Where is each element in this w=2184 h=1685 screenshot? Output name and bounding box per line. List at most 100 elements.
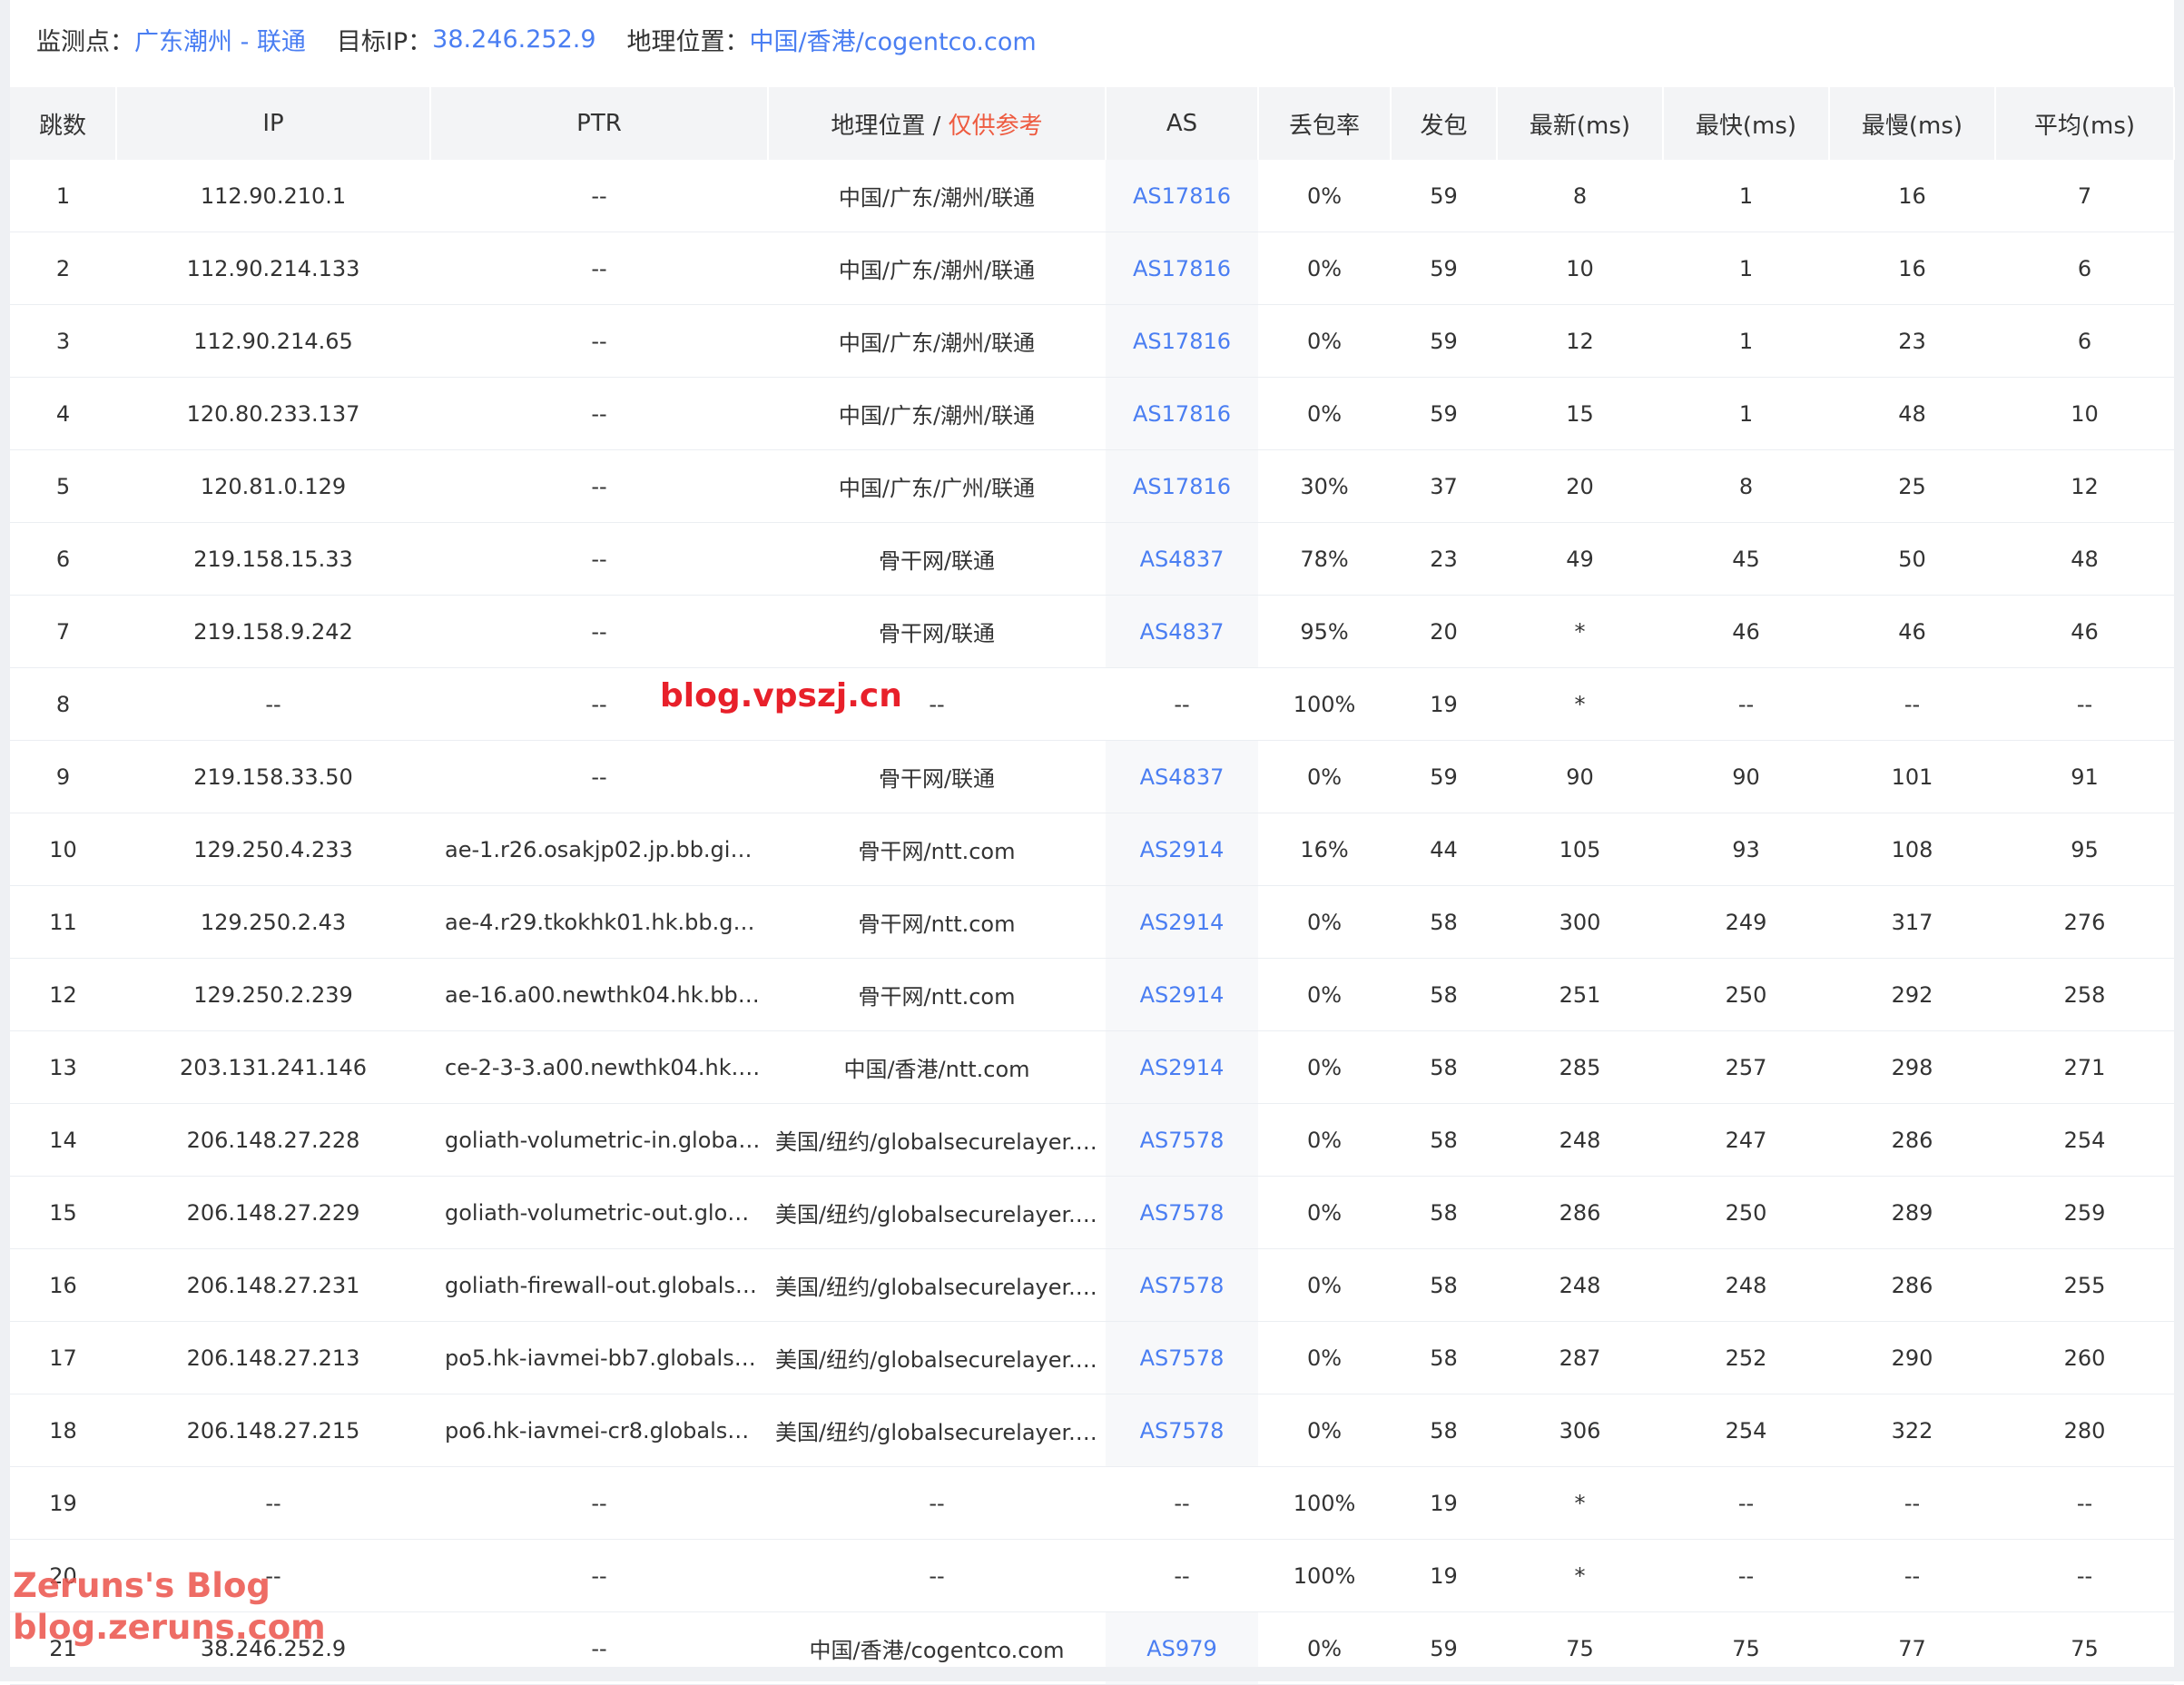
last-cell: 287: [1497, 1321, 1663, 1394]
table-row: 4 120.80.233.137 -- 中国/广东/潮州/联通 AS17816 0% 59 1…: [10, 377, 2174, 450]
geo-cell: 骨干网/联通: [768, 595, 1106, 668]
ptr-cell: --: [430, 1539, 768, 1612]
loss-cell: 100%: [1258, 1466, 1391, 1540]
ip-cell: 219.158.15.33: [116, 522, 430, 596]
sent-cell: 59: [1391, 232, 1497, 305]
ip-cell: 206.148.27.213: [116, 1321, 430, 1394]
col-header-worst: 最慢(ms): [1829, 87, 1996, 160]
hop-cell: 1: [10, 160, 116, 232]
as-cell[interactable]: AS7578: [1106, 1248, 1258, 1322]
loss-cell: 0%: [1258, 304, 1391, 378]
as-cell[interactable]: AS2914: [1106, 813, 1258, 886]
ip-cell: 120.80.233.137: [116, 377, 430, 450]
loss-cell: 78%: [1258, 522, 1391, 596]
watermark-center: blog.vpszj.cn: [660, 677, 902, 714]
as-cell[interactable]: AS4837: [1106, 595, 1258, 668]
as-cell[interactable]: AS17816: [1106, 304, 1258, 378]
hop-cell: 9: [10, 740, 116, 813]
table-row: 20 -- -- -- -- 100% 19 * -- -- --: [10, 1539, 2174, 1612]
avg-cell: 271: [1995, 1030, 2174, 1104]
avg-cell: 10: [1995, 377, 2174, 450]
table-row: 2 112.90.214.133 -- 中国/广东/潮州/联通 AS17816 0% 59 1…: [10, 232, 2174, 305]
table-row: 12 129.250.2.239 ae-16.a00.newthk04.hk.bb.…: [10, 958, 2174, 1031]
worst-cell: 290: [1829, 1321, 1995, 1394]
table-row: 16 206.148.27.231 goliath-firewall-out.glo…: [10, 1248, 2174, 1322]
as-cell[interactable]: AS2914: [1106, 885, 1258, 959]
monitor-label: 监测点：: [36, 27, 134, 56]
ptr-cell: ae-1.r26.osakjp02.jp.bb.gin.n...: [430, 813, 768, 886]
as-cell[interactable]: AS7578: [1106, 1321, 1258, 1394]
ptr-cell: ae-16.a00.newthk04.hk.bb.gi...: [430, 958, 768, 1031]
page-bottom-border: [0, 1667, 2184, 1681]
last-cell: 248: [1497, 1248, 1663, 1322]
ptr-cell: --: [430, 232, 768, 305]
as-cell[interactable]: AS2914: [1106, 958, 1258, 1031]
best-cell: 8: [1663, 449, 1829, 523]
as-cell[interactable]: AS17816: [1106, 232, 1258, 305]
last-cell: 20: [1497, 449, 1663, 523]
as-cell[interactable]: AS7578: [1106, 1103, 1258, 1177]
ptr-cell: --: [430, 595, 768, 668]
best-cell: 46: [1663, 595, 1829, 668]
sent-cell: 19: [1391, 667, 1497, 741]
avg-cell: 6: [1995, 232, 2174, 305]
table-row: 19 -- -- -- -- 100% 19 * -- -- --: [10, 1466, 2174, 1540]
table-row: 11 129.250.2.43 ae-4.r29.tkokhk01.hk.bb.gi…: [10, 885, 2174, 959]
loss-cell: 0%: [1258, 377, 1391, 450]
as-cell[interactable]: AS7578: [1106, 1394, 1258, 1467]
worst-cell: 48: [1829, 377, 1995, 450]
target-ip-value: 38.246.252.9: [432, 25, 596, 54]
geo-cell: 美国/纽约/globalsecurelayer.c...: [768, 1176, 1106, 1249]
loss-cell: 0%: [1258, 1321, 1391, 1394]
best-cell: --: [1663, 1466, 1829, 1540]
hop-cell: 7: [10, 595, 116, 668]
best-cell: 1: [1663, 232, 1829, 305]
geo-cell: 骨干网/ntt.com: [768, 885, 1106, 959]
ip-cell: 206.148.27.228: [116, 1103, 430, 1177]
as-cell[interactable]: AS4837: [1106, 522, 1258, 596]
as-cell[interactable]: AS17816: [1106, 377, 1258, 450]
last-cell: *: [1497, 667, 1663, 741]
loss-cell: 100%: [1258, 1539, 1391, 1612]
loss-cell: 0%: [1258, 958, 1391, 1031]
avg-cell: --: [1995, 667, 2174, 741]
loss-cell: 0%: [1258, 232, 1391, 305]
hop-cell: 4: [10, 377, 116, 450]
geo-cell: 中国/广东/潮州/联通: [768, 232, 1106, 305]
hop-cell: 10: [10, 813, 116, 886]
sent-cell: 19: [1391, 1539, 1497, 1612]
ptr-cell: --: [430, 377, 768, 450]
hop-cell: 17: [10, 1321, 116, 1394]
as-cell[interactable]: AS7578: [1106, 1176, 1258, 1249]
sent-cell: 44: [1391, 813, 1497, 886]
ip-cell: 120.81.0.129: [116, 449, 430, 523]
sent-cell: 20: [1391, 595, 1497, 668]
table-row: 17 206.148.27.213 po5.hk-iavmei-bb7.global…: [10, 1321, 2174, 1394]
loss-cell: 0%: [1258, 160, 1391, 232]
avg-cell: 259: [1995, 1176, 2174, 1249]
hop-cell: 14: [10, 1103, 116, 1177]
as-cell[interactable]: AS17816: [1106, 160, 1258, 232]
best-cell: 250: [1663, 1176, 1829, 1249]
page-right-border: [2174, 0, 2184, 1681]
ptr-cell: --: [430, 522, 768, 596]
geo-value: 中国/香港/cogentco.com: [749, 27, 1037, 56]
last-cell: 10: [1497, 232, 1663, 305]
worst-cell: 108: [1829, 813, 1995, 886]
ip-cell: 206.148.27.231: [116, 1248, 430, 1322]
worst-cell: --: [1829, 1466, 1995, 1540]
geo-cell: --: [768, 1466, 1106, 1540]
avg-cell: 255: [1995, 1248, 2174, 1322]
as-cell[interactable]: AS17816: [1106, 449, 1258, 523]
ptr-cell: goliath-firewall-out.globalse...: [430, 1248, 768, 1322]
col-header-as: AS: [1106, 87, 1259, 160]
table-row: 13 203.131.241.146 ce-2-3-3.a00.newthk04.h…: [10, 1030, 2174, 1104]
as-cell[interactable]: AS2914: [1106, 1030, 1258, 1104]
table-row: 15 206.148.27.229 goliath-volumetric-out.g…: [10, 1176, 2174, 1249]
sent-cell: 59: [1391, 377, 1497, 450]
as-cell[interactable]: AS4837: [1106, 740, 1258, 813]
geo-cell: 美国/纽约/globalsecurelayer.c...: [768, 1103, 1106, 1177]
ip-cell: 129.250.4.233: [116, 813, 430, 886]
table-row: 5 120.81.0.129 -- 中国/广东/广州/联通 AS17816 30% 37 20…: [10, 449, 2174, 523]
monitor-value: 广东潮州 - 联通: [134, 27, 306, 56]
